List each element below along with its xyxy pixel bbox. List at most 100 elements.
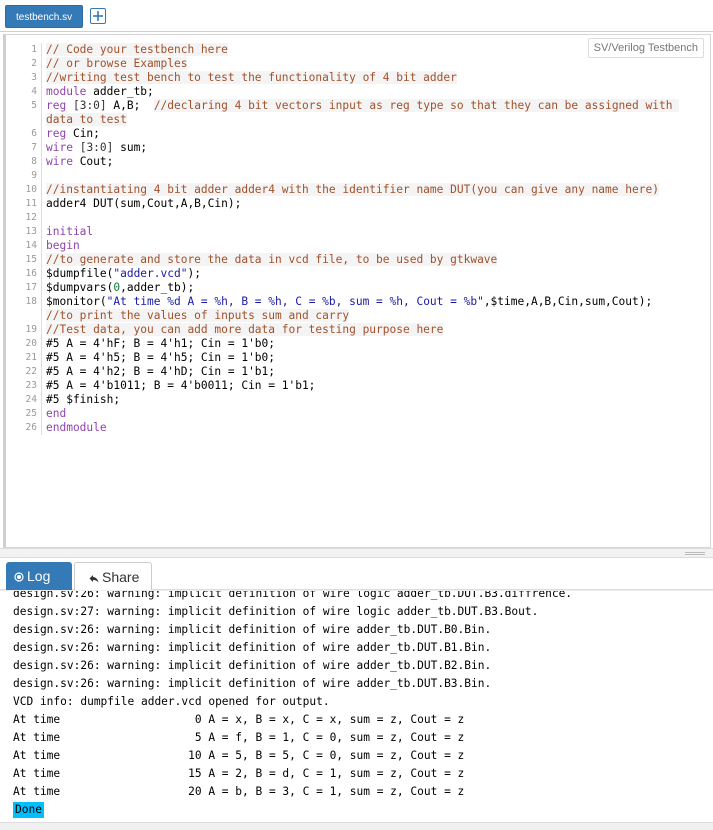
- code-area[interactable]: 1 // Code your testbench here 2 // or brows…: [10, 43, 690, 435]
- code-line[interactable]: 1 // Code your testbench here: [10, 43, 690, 57]
- code-line[interactable]: 22 #5 A = 4'h2; B = 4'hD; Cin = 1'b1;: [10, 365, 690, 379]
- code-line[interactable]: 19 //Test data, you can add more data for…: [10, 323, 690, 337]
- code-line[interactable]: 24 #5 $finish;: [10, 393, 690, 407]
- line-number: 10: [10, 183, 42, 197]
- tab-log[interactable]: Log: [6, 562, 72, 590]
- code-token: // Code your testbench here: [46, 43, 228, 56]
- code-line[interactable]: 13 initial: [10, 225, 690, 239]
- code-text: // or browse Examples: [46, 57, 688, 71]
- code-token: // or browse Examples: [46, 57, 188, 70]
- code-token: Cin;: [66, 127, 100, 140]
- code-line[interactable]: 11 adder4 DUT(sum,Cout,A,B,Cin);: [10, 197, 690, 211]
- log-line: design.sv:26: warning: implicit definiti…: [13, 590, 573, 600]
- code-text: reg [3:0] A,B; //declaring 4 bit vectors…: [46, 99, 688, 127]
- code-token: #5 A = 4'h2; B = 4'hD; Cin = 1'b1;: [46, 365, 276, 378]
- code-line[interactable]: 5 reg [3:0] A,B; //declaring 4 bit vector…: [10, 99, 690, 127]
- line-number: 21: [10, 351, 42, 365]
- line-number: 15: [10, 253, 42, 267]
- code-line[interactable]: 8 wire Cout;: [10, 155, 690, 169]
- code-text: //instantiating 4 bit adder adder4 with …: [46, 183, 688, 197]
- code-token: sum;: [113, 141, 148, 154]
- code-line[interactable]: 10 //instantiating 4 bit adder adder4 wit…: [10, 183, 690, 197]
- code-text: $monitor("At time %d A = %h, B = %h, C =…: [46, 295, 688, 323]
- code-line[interactable]: 17 $dumpvars(0,adder_tb);: [10, 281, 690, 295]
- code-token: #5 A = 4'hF; B = 4'h1; Cin = 1'b0;: [46, 337, 276, 350]
- plus-icon: [93, 11, 103, 21]
- code-token: Cout;: [72, 155, 114, 168]
- log-line: At time 10 A = 5, B = 5, C = 0, sum = z,…: [13, 749, 465, 762]
- status-done-badge: Done: [13, 802, 44, 818]
- code-token: endmodule: [46, 421, 107, 434]
- code-token: wire: [46, 155, 73, 168]
- log-output: design.sv:26: warning: implicit definiti…: [0, 590, 713, 830]
- code-line[interactable]: 4 module adder_tb;: [10, 85, 690, 99]
- code-line[interactable]: 26 endmodule: [10, 421, 690, 435]
- code-text: #5 A = 4'h2; B = 4'hD; Cin = 1'b1;: [46, 365, 688, 379]
- code-line[interactable]: 15 //to generate and store the data in vc…: [10, 253, 690, 267]
- code-text: //Test data, you can add more data for t…: [46, 323, 688, 337]
- code-token: [3:0]: [72, 99, 107, 112]
- code-text: #5 A = 4'hF; B = 4'h1; Cin = 1'b0;: [46, 337, 688, 351]
- code-token: #5 $finish;: [46, 393, 121, 406]
- code-line[interactable]: 7 wire [3:0] sum;: [10, 141, 690, 155]
- code-line[interactable]: 6 reg Cin;: [10, 127, 690, 141]
- bottom-scroll-bar[interactable]: [0, 822, 713, 830]
- tab-share-label: Share: [102, 569, 140, 585]
- file-tab-bar: testbench.sv: [0, 0, 713, 32]
- code-line[interactable]: 9: [10, 169, 690, 183]
- log-line: design.sv:26: warning: implicit definiti…: [13, 641, 492, 654]
- code-line[interactable]: 16 $dumpfile("adder.vcd");: [10, 267, 690, 281]
- line-number: 24: [10, 393, 42, 407]
- panel-resize-handle[interactable]: [0, 548, 713, 558]
- code-token: reg: [46, 99, 67, 112]
- share-icon: [89, 574, 99, 583]
- code-line[interactable]: 3 //writing test bench to test the functi…: [10, 71, 690, 85]
- output-tab-bar: Log Share: [0, 558, 713, 590]
- code-token: $dumpvars(: [46, 281, 114, 294]
- code-line[interactable]: 20 #5 A = 4'hF; B = 4'h1; Cin = 1'b0;: [10, 337, 690, 351]
- code-text: #5 A = 4'b1011; B = 4'b0011; Cin = 1'b1;: [46, 379, 688, 393]
- code-token: //Test data, you can add more data for t…: [46, 323, 444, 336]
- log-line: design.sv:26: warning: implicit definiti…: [13, 677, 492, 690]
- line-number: 26: [10, 421, 42, 435]
- code-text: initial: [46, 225, 688, 239]
- code-token: adder_tb;: [86, 85, 154, 98]
- log-line: design.sv:26: warning: implicit definiti…: [13, 623, 492, 636]
- code-line[interactable]: 21 #5 A = 4'h5; B = 4'h5; Cin = 1'b0;: [10, 351, 690, 365]
- code-line[interactable]: 18 $monitor("At time %d A = %h, B = %h, C…: [10, 295, 690, 323]
- code-text: adder4 DUT(sum,Cout,A,B,Cin);: [46, 197, 688, 211]
- code-text: #5 $finish;: [46, 393, 688, 407]
- code-line[interactable]: 12: [10, 211, 690, 225]
- code-text: //writing test bench to test the functio…: [46, 71, 688, 85]
- code-token: ,$time,A,B,Cin,sum,Cout);: [483, 295, 673, 308]
- code-token: "At time %d A = %h, B = %h, C = %b, sum …: [106, 295, 484, 308]
- line-number: 17: [10, 281, 42, 295]
- tab-share[interactable]: Share: [74, 562, 152, 590]
- log-line: At time 20 A = b, B = 3, C = 1, sum = z,…: [13, 785, 465, 798]
- code-token: //instantiating 4 bit adder adder4 with …: [46, 183, 659, 196]
- code-token: ,adder_tb);: [120, 281, 195, 294]
- log-line: design.sv:26: warning: implicit definiti…: [13, 659, 492, 672]
- code-line[interactable]: 25 end: [10, 407, 690, 421]
- line-number: 3: [10, 71, 42, 85]
- code-text: wire Cout;: [46, 155, 688, 169]
- code-text: //to generate and store the data in vcd …: [46, 253, 688, 267]
- tab-testbench-sv[interactable]: testbench.sv: [5, 5, 84, 28]
- log-line: At time 5 A = f, B = 1, C = 0, sum = z, …: [13, 731, 465, 744]
- code-line[interactable]: 23 #5 A = 4'b1011; B = 4'b0011; Cin = 1'b…: [10, 379, 690, 393]
- add-file-button[interactable]: [90, 8, 106, 24]
- code-text: reg Cin;: [46, 127, 688, 141]
- log-line: At time 0 A = x, B = x, C = x, sum = z, …: [13, 713, 465, 726]
- code-editor[interactable]: SV/Verilog Testbench 1// Code your testb…: [3, 34, 711, 548]
- code-text: wire [3:0] sum;: [46, 141, 688, 155]
- code-text: module adder_tb;: [46, 85, 688, 99]
- code-line[interactable]: 2 // or browse Examples: [10, 57, 690, 71]
- line-number: 4: [10, 85, 42, 99]
- record-icon: [14, 572, 24, 582]
- line-number: 12: [10, 211, 42, 225]
- code-text: // Code your testbench here: [46, 43, 688, 57]
- code-line[interactable]: 14 begin: [10, 239, 690, 253]
